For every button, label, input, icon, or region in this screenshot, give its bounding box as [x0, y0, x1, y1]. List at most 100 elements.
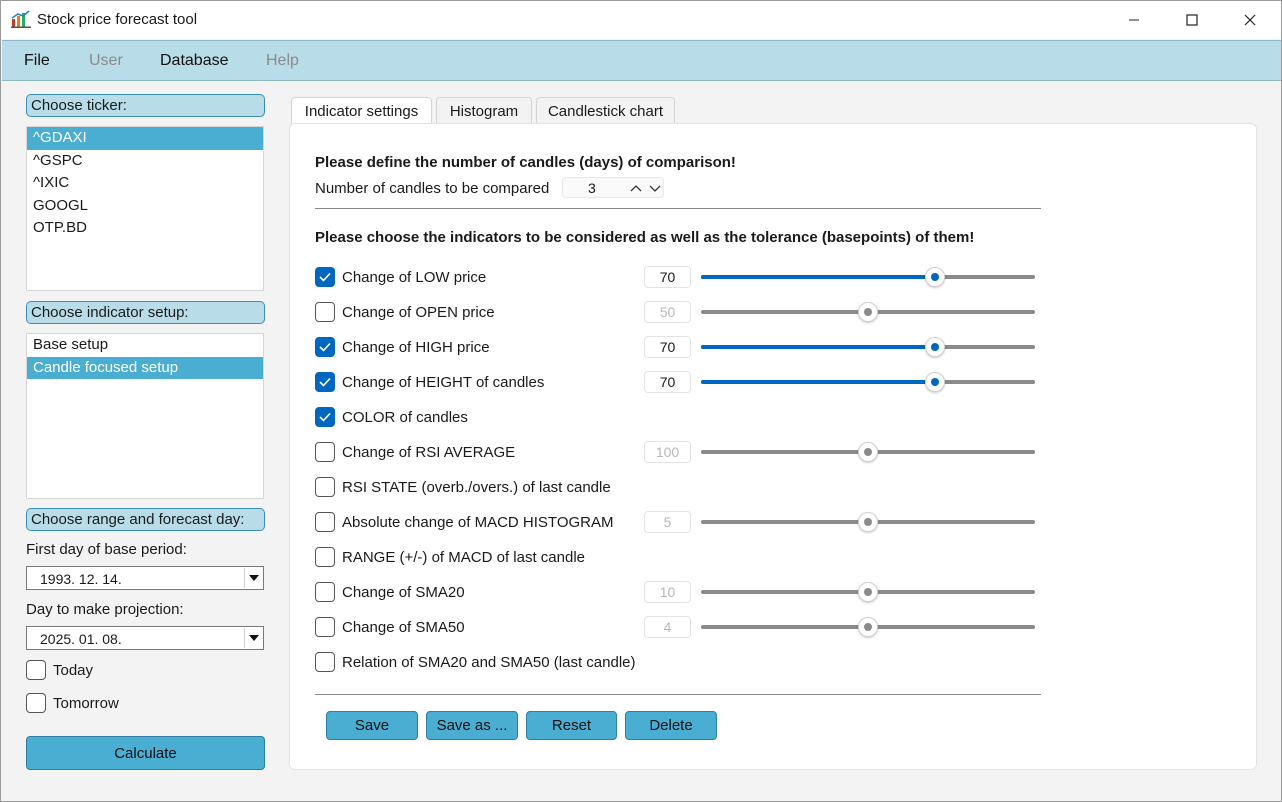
slider-fill: [701, 345, 935, 349]
indicator-row[interactable]: Absolute change of MACD HISTOGRAM: [315, 511, 614, 533]
indicator-label: RANGE (+/-) of MACD of last candle: [342, 548, 585, 566]
list-item[interactable]: Candle focused setup: [27, 356, 263, 379]
tab-candlestick-chart[interactable]: Candlestick chart: [536, 97, 675, 124]
menu-database[interactable]: Database: [160, 52, 229, 70]
checkmark-icon: [319, 377, 331, 387]
reset-button[interactable]: Reset: [526, 711, 617, 740]
indicator-checkbox[interactable]: [315, 617, 335, 637]
list-item[interactable]: GOOGL: [27, 195, 263, 218]
delete-button[interactable]: Delete: [625, 711, 717, 740]
today-checkbox-row[interactable]: Today: [26, 660, 93, 680]
slider-thumb[interactable]: [924, 267, 945, 287]
tolerance-slider[interactable]: [701, 266, 1035, 288]
close-button[interactable]: [1221, 1, 1279, 39]
indicator-row[interactable]: RSI STATE (overb./overs.) of last candle: [315, 476, 611, 498]
tolerance-slider[interactable]: [701, 511, 1035, 533]
list-item[interactable]: ^GSPC: [27, 150, 263, 173]
chevron-down-icon: [248, 575, 259, 581]
indicator-checkbox[interactable]: [315, 442, 335, 462]
slider-thumb[interactable]: [858, 442, 878, 462]
dropdown-button[interactable]: [244, 628, 262, 648]
indicator-row[interactable]: Relation of SMA20 and SMA50 (last candle…: [315, 651, 636, 673]
calculate-button[interactable]: Calculate: [26, 736, 265, 770]
tab-histogram[interactable]: Histogram: [436, 97, 532, 124]
tolerance-input[interactable]: 10: [644, 581, 691, 603]
list-item[interactable]: OTP.BD: [27, 217, 263, 240]
slider-thumb[interactable]: [924, 337, 945, 357]
slider-thumb[interactable]: [858, 512, 878, 532]
indicator-row[interactable]: Change of HIGH price: [315, 336, 490, 358]
menu-bar: File User Database Help: [2, 40, 1281, 81]
indicator-label: Absolute change of MACD HISTOGRAM: [342, 513, 614, 531]
chevron-down-icon: [248, 635, 259, 641]
menu-file[interactable]: File: [24, 52, 50, 70]
first-day-datepicker[interactable]: 1993. 12. 14.: [26, 566, 264, 590]
indicator-checkbox[interactable]: [315, 652, 335, 672]
indicator-row[interactable]: Change of SMA20: [315, 581, 465, 603]
tomorrow-checkbox[interactable]: [26, 693, 46, 713]
indicator-row[interactable]: Change of SMA50: [315, 616, 465, 638]
tolerance-slider[interactable]: [701, 581, 1035, 603]
save-button[interactable]: Save: [326, 711, 418, 740]
indicator-checkbox[interactable]: [315, 372, 335, 392]
candles-label: Number of candles to be compared: [315, 180, 550, 197]
tolerance-input[interactable]: 70: [644, 266, 691, 288]
range-header: Choose range and forecast day:: [26, 508, 265, 531]
indicator-checkbox[interactable]: [315, 302, 335, 322]
indicator-checkbox[interactable]: [315, 582, 335, 602]
indicator-row[interactable]: RANGE (+/-) of MACD of last candle: [315, 546, 585, 568]
indicator-checkbox[interactable]: [315, 267, 335, 287]
slider-thumb[interactable]: [858, 302, 878, 322]
indicator-checkbox[interactable]: [315, 547, 335, 567]
candles-value: 3: [588, 180, 596, 196]
save-as-button[interactable]: Save as ...: [426, 711, 518, 740]
tomorrow-checkbox-row[interactable]: Tomorrow: [26, 693, 119, 713]
indicator-row[interactable]: COLOR of candles: [315, 406, 468, 428]
tolerance-slider[interactable]: [701, 616, 1035, 638]
tolerance-input[interactable]: 70: [644, 336, 691, 358]
maximize-button[interactable]: [1163, 1, 1221, 39]
menu-help[interactable]: Help: [266, 52, 299, 70]
menu-user[interactable]: User: [89, 52, 123, 70]
tolerance-slider[interactable]: [701, 441, 1035, 463]
indicator-checkbox[interactable]: [315, 477, 335, 497]
indicator-row[interactable]: Change of OPEN price: [315, 301, 495, 323]
minimize-button[interactable]: [1105, 1, 1163, 39]
slider-thumb[interactable]: [858, 617, 878, 637]
decrement-button[interactable]: [648, 181, 662, 195]
indicator-row[interactable]: Change of LOW price: [315, 266, 486, 288]
tolerance-input[interactable]: 5: [644, 511, 691, 533]
projection-day-datepicker[interactable]: 2025. 01. 08.: [26, 626, 264, 650]
setup-header: Choose indicator setup:: [26, 301, 265, 324]
tolerance-slider[interactable]: [701, 371, 1035, 393]
list-item[interactable]: ^IXIC: [27, 172, 263, 195]
indicators-heading: Please choose the indicators to be consi…: [315, 229, 975, 246]
tolerance-slider[interactable]: [701, 301, 1035, 323]
indicator-label: COLOR of candles: [342, 408, 468, 426]
indicator-checkbox[interactable]: [315, 337, 335, 357]
tolerance-input[interactable]: 4: [644, 616, 691, 638]
tolerance-input[interactable]: 100: [644, 441, 691, 463]
tolerance-input[interactable]: 50: [644, 301, 691, 323]
minimize-icon: [1129, 19, 1139, 21]
tolerance-input[interactable]: 70: [644, 371, 691, 393]
today-checkbox[interactable]: [26, 660, 46, 680]
dropdown-button[interactable]: [244, 568, 262, 588]
list-item[interactable]: Base setup: [27, 334, 263, 357]
indicator-row[interactable]: Change of RSI AVERAGE: [315, 441, 515, 463]
slider-thumb[interactable]: [924, 372, 945, 392]
indicator-checkbox[interactable]: [315, 407, 335, 427]
candles-spinner[interactable]: 3: [562, 177, 664, 198]
setup-list[interactable]: Base setup Candle focused setup: [26, 333, 264, 499]
slider-thumb[interactable]: [858, 582, 878, 602]
indicator-row[interactable]: Change of HEIGHT of candles: [315, 371, 544, 393]
tolerance-slider[interactable]: [701, 336, 1035, 358]
indicator-checkbox[interactable]: [315, 512, 335, 532]
app-window: Stock price forecast tool File User Data…: [0, 0, 1282, 802]
increment-button[interactable]: [629, 181, 643, 195]
ticker-list[interactable]: ^GDAXI ^GSPC ^IXIC GOOGL OTP.BD: [26, 126, 264, 291]
slider-fill: [701, 275, 935, 279]
tab-indicator-settings[interactable]: Indicator settings: [291, 97, 432, 124]
list-item[interactable]: ^GDAXI: [27, 127, 263, 150]
today-label: Today: [53, 661, 94, 679]
